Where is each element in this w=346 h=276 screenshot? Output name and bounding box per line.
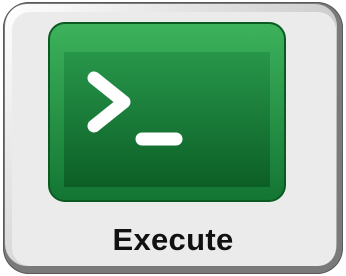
execute-label: Execute bbox=[112, 222, 234, 257]
terminal-icon bbox=[48, 22, 286, 202]
execute-button[interactable]: Execute bbox=[3, 2, 343, 274]
